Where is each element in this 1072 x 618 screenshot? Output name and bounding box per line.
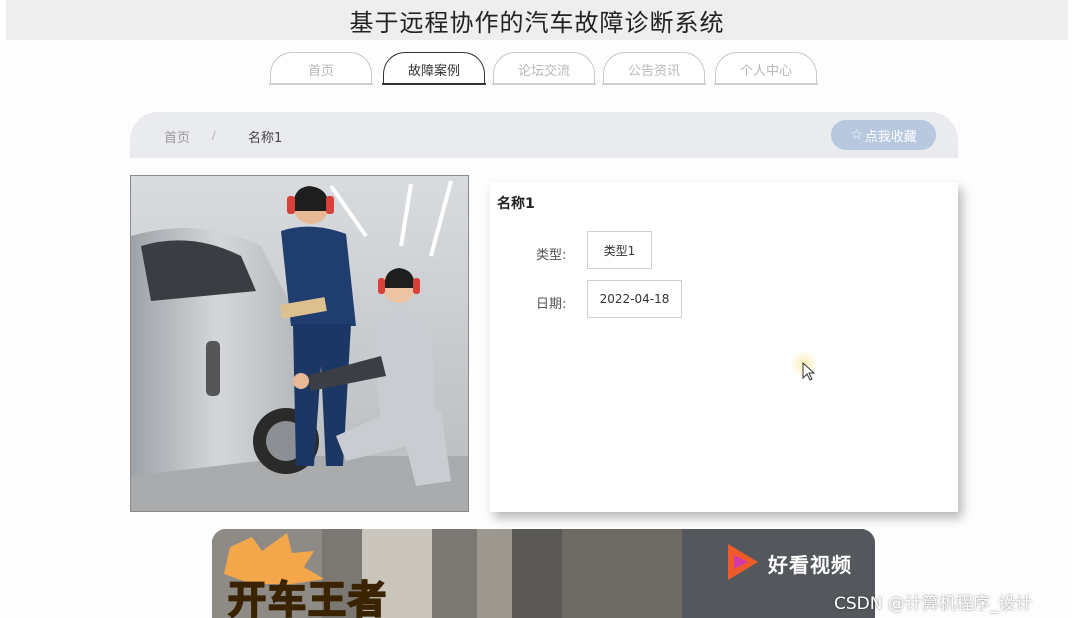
detail-card: 名称1 类型: 类型1 日期: 2022-04-18	[490, 182, 958, 512]
breadcrumb: 首页 / 名称1 ☆ 点我收藏	[130, 112, 958, 158]
nav-item-label: 公告资讯	[627, 63, 680, 79]
nav-item-home[interactable]: 首页	[269, 52, 373, 85]
video-brand-label: 好看视频	[768, 553, 852, 577]
mouse-cursor-icon	[802, 362, 816, 381]
nav-item-label: 个人中心	[739, 63, 792, 79]
mechanics-photo-illustration	[131, 176, 468, 511]
favorite-button-label: 点我收藏	[864, 129, 917, 145]
breadcrumb-home-link[interactable]: 首页	[164, 127, 190, 146]
star-icon: ☆	[850, 127, 863, 143]
site-title: 基于远程协作的汽车故障诊断系统	[349, 8, 725, 37]
type-value: 类型1	[587, 231, 652, 269]
nav-item-forum[interactable]: 论坛交流	[492, 52, 596, 85]
video-caption: 开车王者	[227, 577, 389, 618]
date-value: 2022-04-18	[587, 280, 682, 318]
breadcrumb-separator: /	[212, 129, 216, 142]
nav-item-label: 论坛交流	[517, 63, 570, 79]
main-nav: 首页 故障案例 论坛交流 公告资讯 个人中心	[0, 52, 1072, 86]
date-label: 日期:	[536, 297, 567, 312]
video-banner[interactable]: 好看视频 开车王者	[212, 529, 875, 618]
favorite-button[interactable]: ☆ 点我收藏	[831, 120, 936, 150]
nav-item-announcements[interactable]: 公告资讯	[602, 52, 706, 85]
title-bar: 基于远程协作的汽车故障诊断系统	[6, 0, 1068, 40]
type-label: 类型:	[536, 248, 567, 263]
detail-title: 名称1	[497, 196, 535, 212]
nav-item-fault-cases[interactable]: 故障案例	[382, 52, 486, 85]
play-logo-icon	[728, 544, 758, 580]
csdn-watermark: CSDN @计算机程序_设计	[834, 594, 1033, 614]
case-image	[130, 175, 469, 512]
breadcrumb-current: 名称1	[248, 131, 283, 146]
nav-item-label: 首页	[307, 63, 334, 79]
nav-item-profile[interactable]: 个人中心	[714, 52, 818, 85]
nav-item-label: 故障案例	[407, 63, 460, 79]
